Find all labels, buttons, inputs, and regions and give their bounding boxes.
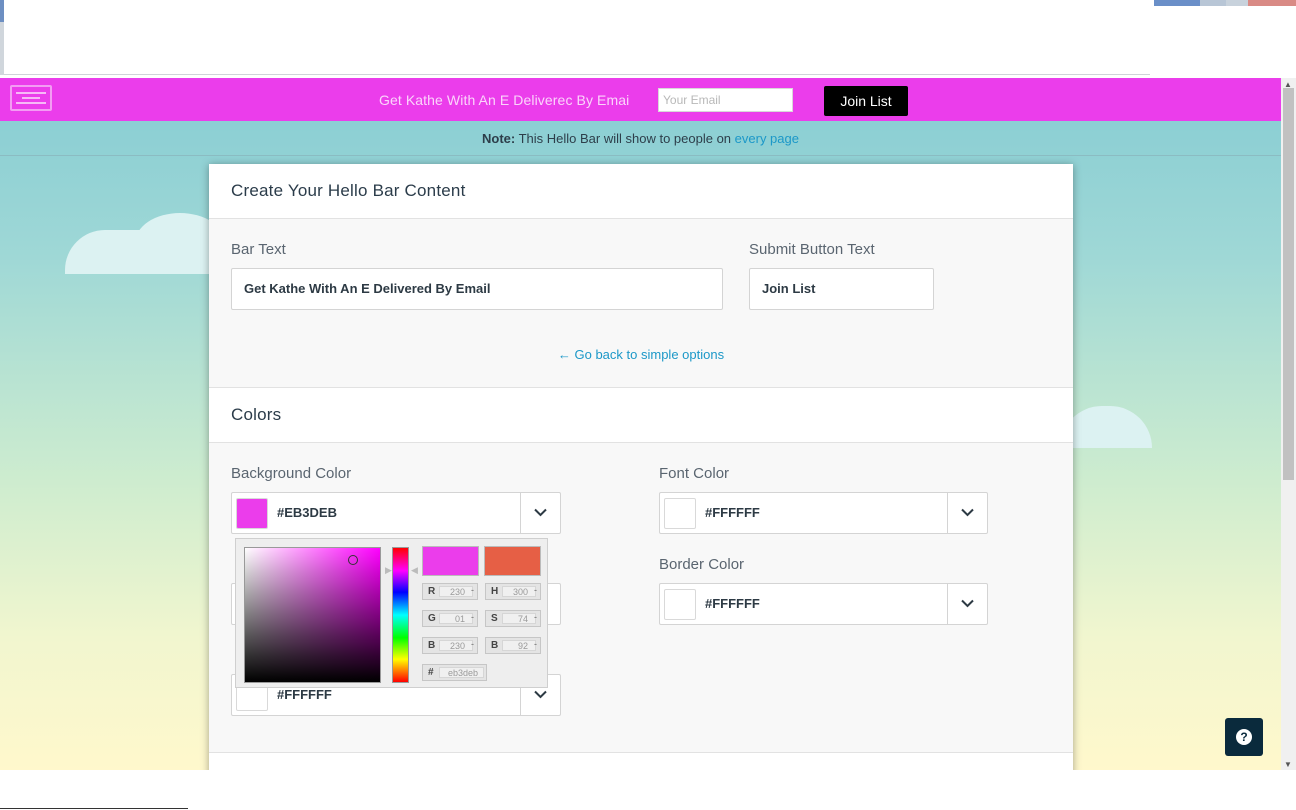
font-color-select[interactable]: #FFFFFF [659, 492, 988, 534]
join-list-button[interactable]: Join List [824, 86, 908, 116]
new-color-swatch [422, 546, 479, 576]
button-text-input[interactable]: Join List [749, 268, 934, 310]
border-color-label: Border Color [659, 556, 745, 573]
hue-field[interactable]: H 300- [485, 583, 541, 600]
saturation-value-area[interactable] [244, 547, 381, 683]
close-button[interactable] [1248, 0, 1296, 6]
content-section-header: Create Your Hello Bar Content [209, 164, 1073, 219]
simple-options-link[interactable]: ← Go back to simple options [209, 347, 1073, 362]
page-viewport: Get Kathe With An E Deliverec By Emai Jo… [0, 78, 1281, 770]
hue-arrow-right-icon: ◀ [411, 565, 418, 575]
border-color-select[interactable]: #FFFFFF [659, 583, 988, 625]
bottom-edge [0, 808, 188, 809]
hellobar-text: Get Kathe With An E Deliverec By Emai [379, 92, 630, 108]
maximize-button[interactable] [1200, 0, 1226, 6]
button-text-label: Submit Button Text [749, 241, 875, 258]
hue-slider[interactable] [392, 547, 409, 683]
help-button[interactable]: ? [1225, 718, 1263, 756]
font-color-value: #FFFFFF [705, 505, 760, 520]
every-page-link[interactable]: every page [735, 131, 799, 146]
background-color-label: Background Color [231, 465, 352, 482]
top-divider [4, 74, 1150, 75]
hue-arrow-left-icon: ▶ [385, 565, 392, 575]
text-field-color-value: #FFFFFF [277, 687, 332, 702]
vertical-scrollbar[interactable]: ▲ ▼ [1281, 78, 1296, 770]
background-color-dropdown[interactable] [520, 493, 560, 533]
font-color-label: Font Color [659, 465, 730, 482]
window-corner [0, 0, 4, 22]
background-color-swatch[interactable] [236, 498, 268, 529]
color-picker-cursor[interactable] [348, 555, 358, 565]
note-text: This Hello Bar will show to people on [515, 131, 735, 146]
content-section-title: Create Your Hello Bar Content [231, 181, 466, 200]
chevron-down-icon [534, 508, 547, 517]
chevron-down-icon [961, 599, 974, 608]
background-color-select[interactable]: #EB3DEB [231, 492, 561, 534]
restore-button[interactable] [1226, 0, 1248, 6]
font-color-dropdown[interactable] [947, 493, 987, 533]
hellobar-email-input[interactable] [658, 88, 793, 112]
saturation-field[interactable]: S 74- [485, 610, 541, 627]
chevron-down-icon [961, 508, 974, 517]
red-field[interactable]: R 230- [422, 583, 478, 600]
colors-section-header: Colors [209, 387, 1073, 443]
chevron-down-icon [534, 690, 547, 699]
border-color-value: #FFFFFF [705, 596, 760, 611]
cloud [1060, 406, 1152, 448]
hellobar-logo-icon[interactable] [10, 85, 52, 111]
hex-field[interactable]: # eb3deb [422, 664, 487, 681]
blue-field[interactable]: B 230- [422, 637, 478, 654]
scrollbar-thumb[interactable] [1283, 88, 1294, 480]
font-color-swatch[interactable] [664, 498, 696, 529]
border-color-swatch[interactable] [664, 589, 696, 620]
bar-text-label: Bar Text [231, 241, 286, 258]
hellobar-preview: Get Kathe With An E Deliverec By Emai Jo… [0, 78, 1281, 121]
next-section-header [209, 752, 1073, 770]
previous-color-swatch[interactable] [484, 546, 541, 576]
question-icon: ? [1236, 729, 1252, 745]
background-color-value: #EB3DEB [277, 505, 337, 520]
brightness-field[interactable]: B 92- [485, 637, 541, 654]
browser-top-area [0, 0, 1296, 78]
color-picker-popup: ▶ ◀ R 230- G 01- B 230- H 300- S 74- B 92- # eb… [235, 538, 548, 688]
scroll-down-icon[interactable]: ▼ [1284, 760, 1292, 769]
border-color-dropdown[interactable] [947, 584, 987, 624]
window-controls[interactable] [1154, 0, 1296, 6]
bar-text-input[interactable]: Get Kathe With An E Delivered By Email [231, 268, 723, 310]
minimize-button[interactable] [1154, 0, 1200, 6]
page-note: Note: This Hello Bar will show to people… [0, 121, 1281, 156]
colors-section-title: Colors [231, 405, 282, 424]
green-field[interactable]: G 01- [422, 610, 478, 627]
note-prefix: Note: [482, 131, 516, 146]
